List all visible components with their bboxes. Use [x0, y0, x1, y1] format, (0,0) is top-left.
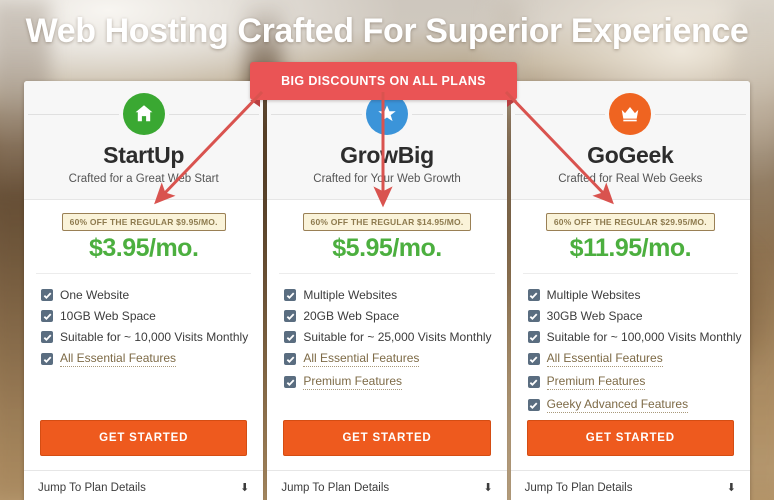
plan-name: StartUp: [103, 142, 185, 168]
plan-cta-wrap: GET STARTED: [511, 420, 750, 470]
check-icon: [284, 353, 297, 365]
feature-label: Suitable for ~ 25,000 Visits Monthly: [303, 330, 492, 344]
plan-cta-wrap: GET STARTED: [24, 420, 263, 470]
feature-label: 10GB Web Space: [60, 309, 156, 323]
feature-item[interactable]: All Essential Features: [41, 351, 263, 367]
feature-item[interactable]: Geeky Advanced Features: [527, 397, 750, 413]
plan-icon-row: [24, 92, 263, 136]
plan-name: GrowBig: [340, 142, 434, 168]
feature-label: 20GB Web Space: [303, 309, 400, 323]
plan-features: One Website 10GB Web Space Suitable for …: [24, 274, 263, 420]
feature-item[interactable]: All Essential Features: [284, 351, 506, 367]
plan-cta-wrap: GET STARTED: [267, 420, 506, 470]
get-started-button[interactable]: GET STARTED: [526, 420, 734, 456]
crown-icon: [609, 93, 652, 135]
feature-label: Multiple Websites: [303, 288, 398, 302]
check-icon: [527, 310, 540, 322]
plan-features: Multiple Websites 30GB Web Space Suitabl…: [511, 274, 750, 420]
check-icon: [284, 331, 297, 343]
get-started-button[interactable]: GET STARTED: [283, 420, 491, 456]
check-icon: [527, 353, 540, 365]
check-icon: [527, 399, 540, 411]
feature-item: Suitable for ~ 10,000 Visits Monthly: [41, 330, 263, 344]
feature-item: One Website: [41, 288, 263, 302]
check-icon: [41, 289, 53, 301]
feature-link-all-essential-features[interactable]: All Essential Features: [60, 351, 177, 367]
feature-link-premium-features[interactable]: Premium Features: [546, 374, 646, 390]
feature-item: 30GB Web Space: [527, 309, 750, 323]
plan-price: $3.95/mo.: [88, 234, 199, 262]
plan-tagline: Crafted for Real Web Geeks: [558, 173, 703, 185]
feature-link-geeky-advanced-features[interactable]: Geeky Advanced Features: [546, 397, 689, 413]
plan-tagline: Crafted for Your Web Growth: [313, 173, 461, 185]
feature-label: Suitable for ~ 10,000 Visits Monthly: [60, 330, 249, 344]
jump-to-plan-details-label: Jump To Plan Details: [38, 481, 146, 494]
pricing-cards: StartUp Crafted for a Great Web Start 60…: [24, 81, 750, 500]
jump-to-plan-details-label: Jump To Plan Details: [281, 481, 390, 494]
discount-badge: 60% OFF THE REGULAR $14.95/MO.: [302, 213, 472, 231]
check-icon: [284, 376, 297, 388]
feature-item: Multiple Websites: [284, 288, 506, 302]
plan-card-growbig[interactable]: GrowBig Crafted for Your Web Growth 60% …: [267, 81, 507, 500]
feature-item: Suitable for ~ 100,000 Visits Monthly: [527, 330, 750, 344]
feature-label: Suitable for ~ 100,000 Visits Monthly: [546, 330, 742, 344]
divider-left: [28, 113, 119, 115]
check-icon: [41, 353, 53, 365]
download-arrow-icon: ⬇: [240, 482, 250, 494]
discount-badge: 60% OFF THE REGULAR $29.95/MO.: [545, 213, 715, 231]
plan-price: $11.95/mo.: [569, 234, 692, 262]
plan-card-gogeek[interactable]: GoGeek Crafted for Real Web Geeks 60% OF…: [510, 81, 750, 500]
feature-item[interactable]: All Essential Features: [527, 351, 750, 367]
feature-link-premium-features[interactable]: Premium Features: [303, 374, 403, 390]
plan-card-startup[interactable]: StartUp Crafted for a Great Web Start 60…: [24, 81, 264, 500]
feature-item[interactable]: Premium Features: [284, 374, 506, 390]
feature-label: 30GB Web Space: [546, 309, 643, 323]
feature-label: One Website: [60, 288, 130, 302]
jump-to-plan-details-label: Jump To Plan Details: [524, 481, 633, 494]
plan-price-zone: 60% OFF THE REGULAR $29.95/MO. $11.95/mo…: [522, 200, 738, 274]
promo-ribbon: BIG DISCOUNTS ON ALL PLANS: [250, 62, 517, 107]
divider-right: [168, 113, 260, 115]
feature-label: Multiple Websites: [546, 288, 641, 302]
jump-to-plan-details[interactable]: Jump To Plan Details ⬇: [267, 470, 507, 500]
jump-to-plan-details[interactable]: Jump To Plan Details ⬇: [510, 470, 750, 500]
feature-item: Multiple Websites: [527, 288, 750, 302]
plan-name: GoGeek: [587, 142, 674, 168]
discount-badge: 60% OFF THE REGULAR $9.95/MO.: [61, 213, 226, 231]
check-icon: [527, 289, 540, 301]
check-icon: [41, 310, 53, 322]
get-started-button[interactable]: GET STARTED: [40, 420, 248, 456]
divider-right: [655, 113, 746, 115]
check-icon: [527, 331, 540, 343]
plan-price-zone: 60% OFF THE REGULAR $14.95/MO. $5.95/mo.: [279, 200, 495, 274]
divider-left: [514, 113, 606, 115]
plan-tagline: Crafted for a Great Web Start: [68, 173, 219, 185]
plan-icon-row: [511, 92, 750, 136]
feature-link-all-essential-features[interactable]: All Essential Features: [303, 351, 420, 367]
page-title: Web Hosting Crafted For Superior Experie…: [25, 12, 749, 50]
plan-header: GoGeek Crafted for Real Web Geeks: [510, 81, 750, 200]
download-arrow-icon: ⬇: [483, 482, 493, 494]
check-icon: [284, 289, 297, 301]
check-icon: [527, 376, 540, 388]
check-icon: [41, 331, 53, 343]
feature-link-all-essential-features[interactable]: All Essential Features: [546, 351, 663, 367]
feature-item: Suitable for ~ 25,000 Visits Monthly: [284, 330, 506, 344]
plan-price: $5.95/mo.: [332, 234, 442, 262]
download-arrow-icon: ⬇: [726, 482, 736, 494]
plan-header: StartUp Crafted for a Great Web Start: [24, 81, 264, 200]
plan-features: Multiple Websites 20GB Web Space Suitabl…: [267, 274, 506, 420]
promo-ribbon-label: BIG DISCOUNTS ON ALL PLANS: [281, 74, 486, 88]
jump-to-plan-details[interactable]: Jump To Plan Details ⬇: [24, 470, 264, 500]
divider-right: [412, 113, 503, 115]
divider-left: [271, 113, 362, 115]
feature-item[interactable]: Premium Features: [527, 374, 750, 390]
house-icon: [122, 93, 165, 135]
plan-price-zone: 60% OFF THE REGULAR $9.95/MO. $3.95/mo.: [36, 200, 252, 274]
pricing-page: Web Hosting Crafted For Superior Experie…: [0, 0, 774, 500]
feature-item: 10GB Web Space: [41, 309, 263, 323]
feature-item: 20GB Web Space: [284, 309, 506, 323]
check-icon: [284, 310, 297, 322]
